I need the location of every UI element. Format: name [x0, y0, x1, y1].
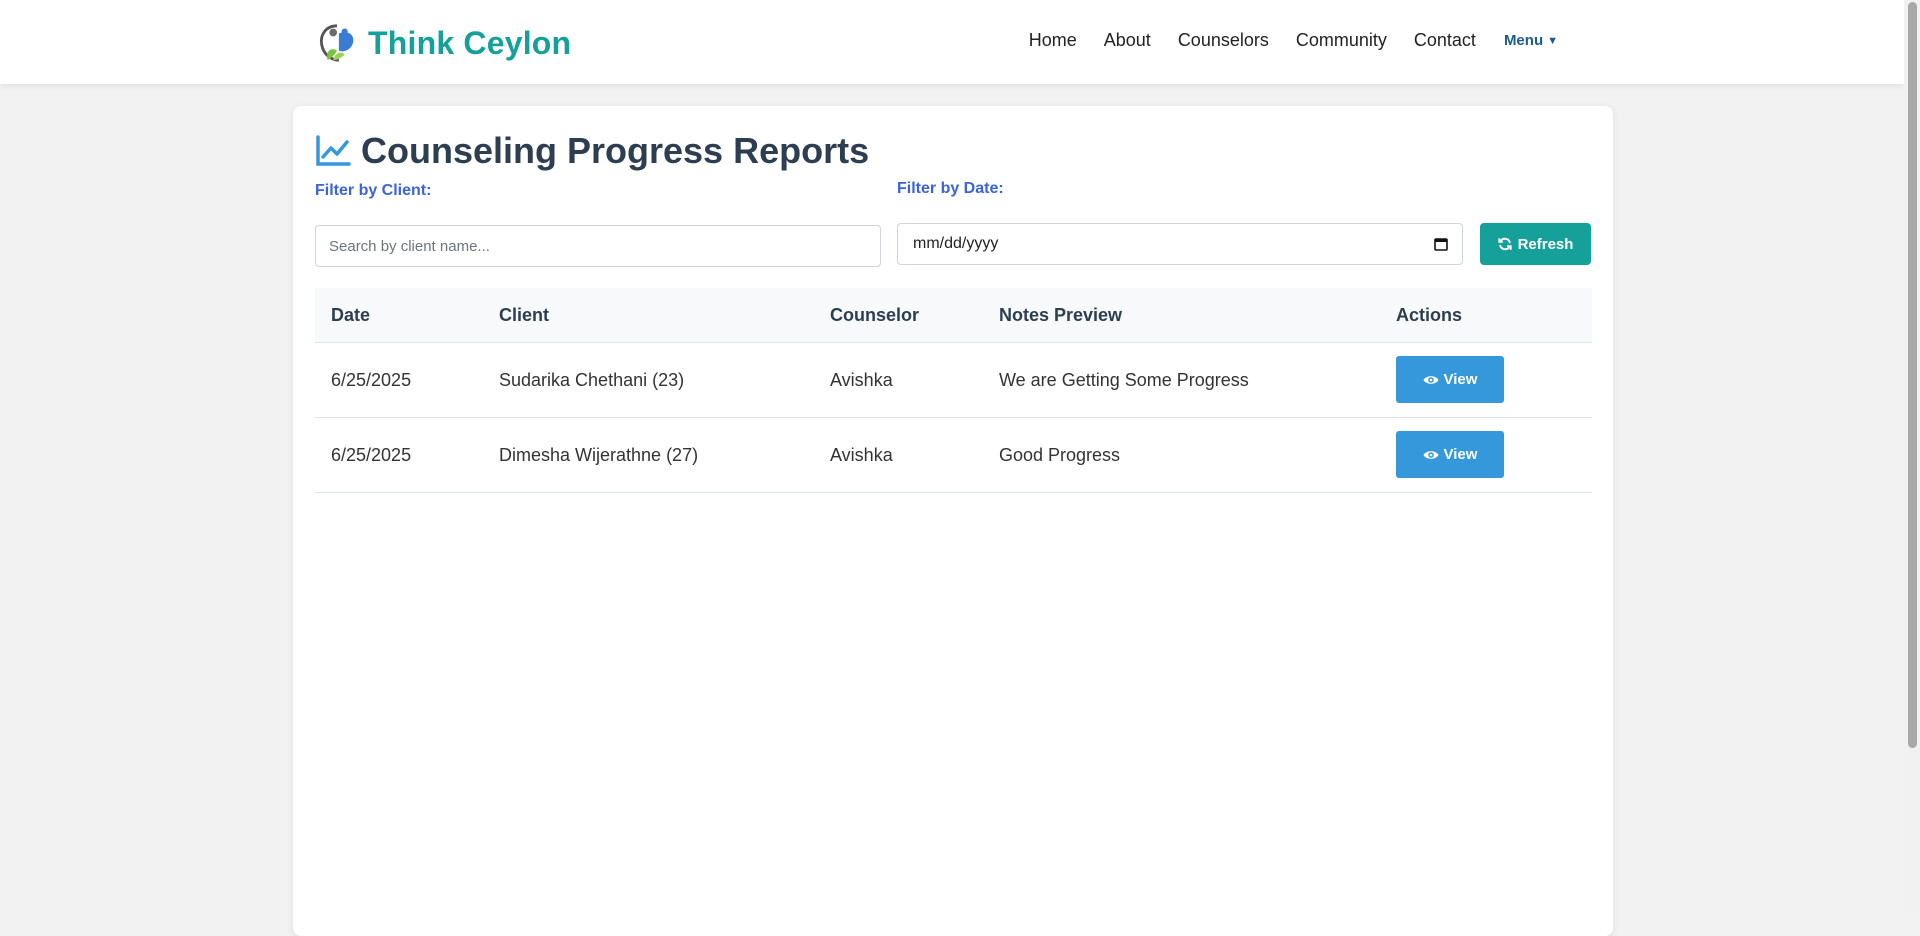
calendar-icon[interactable] [1434, 237, 1448, 251]
reports-card: Counseling Progress Reports Filter by Cl… [293, 106, 1613, 936]
caret-down-icon: ▼ [1547, 34, 1558, 47]
nav-contact[interactable]: Contact [1414, 30, 1476, 51]
table-row: 6/25/2025 Sudarika Chethani (23) Avishka… [315, 343, 1592, 418]
nav-community[interactable]: Community [1296, 30, 1387, 51]
nav-menu-dropdown[interactable]: Menu ▼ [1504, 32, 1558, 49]
view-button[interactable]: View [1396, 356, 1504, 403]
table-row: 6/25/2025 Dimesha Wijerathne (27) Avishk… [315, 418, 1592, 493]
row-notes-preview: We are Getting Some Progress [999, 370, 1249, 390]
client-search-input[interactable] [315, 225, 881, 267]
date-placeholder: mm/dd/yyyy [913, 235, 999, 252]
column-header-date[interactable]: Date [331, 288, 370, 342]
column-header-actions: Actions [1396, 305, 1463, 325]
nav-counselors[interactable]: Counselors [1178, 30, 1269, 51]
view-button-label: View [1443, 371, 1478, 388]
nav-menu-label: Menu [1503, 32, 1544, 49]
column-header-client[interactable]: Client [499, 288, 549, 342]
page-scrollbar[interactable] [1904, 0, 1920, 910]
brand-link[interactable]: Think Ceylon [316, 20, 571, 66]
row-notes-preview: Good Progress [999, 445, 1121, 465]
page-title: Counseling Progress Reports [315, 130, 869, 172]
row-counselor: Avishka [830, 370, 893, 390]
refresh-button[interactable]: Refresh [1480, 223, 1591, 265]
row-counselor: Avishka [830, 445, 893, 465]
date-filter-label: Filter by Date: [897, 180, 1004, 197]
line-chart-icon [316, 135, 351, 166]
row-client: Dimesha Wijerathne (27) [499, 445, 699, 465]
row-date: 6/25/2025 [331, 370, 412, 390]
view-button[interactable]: View [1396, 431, 1504, 478]
eye-icon [1423, 450, 1439, 459]
refresh-button-label: Refresh [1517, 235, 1574, 253]
client-filter-label: Filter by Client: [315, 182, 432, 199]
eye-icon [1423, 375, 1439, 384]
brand-name: Think Ceylon [368, 24, 572, 61]
nav-home[interactable]: Home [1029, 30, 1077, 51]
row-date: 6/25/2025 [331, 445, 412, 465]
top-navbar: Think Ceylon Home About Counselors Commu… [0, 0, 1904, 84]
column-header-notes[interactable]: Notes Preview [999, 288, 1122, 342]
scrollbar-thumb[interactable] [1908, 2, 1917, 748]
column-header-counselor[interactable]: Counselor [830, 288, 919, 342]
page-title-text: Counseling Progress Reports [361, 130, 870, 171]
sync-icon [1497, 237, 1512, 251]
reports-table: Date Client Counselor Notes Preview Acti… [315, 288, 1592, 493]
table-header: Date Client Counselor Notes Preview Acti… [315, 288, 1592, 343]
row-client: Sudarika Chethani (23) [499, 370, 685, 390]
view-button-label: View [1443, 446, 1478, 463]
nav-about[interactable]: About [1104, 30, 1151, 51]
nav-links: Home About Counselors Community Contact … [1002, 30, 1558, 51]
leaf-person-logo [319, 24, 354, 62]
date-filter-input[interactable]: mm/dd/yyyy [897, 223, 1463, 265]
